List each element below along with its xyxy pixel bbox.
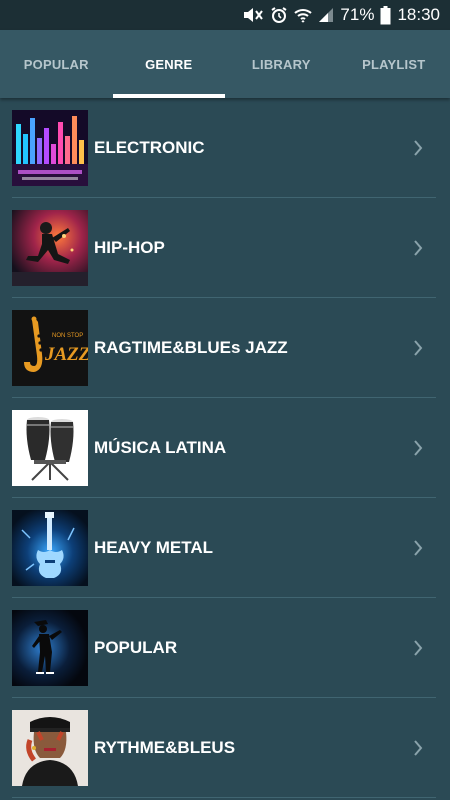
genre-label: POPULAR [94,638,178,657]
breakdancer-artwork [12,210,88,286]
genre-item-popular[interactable]: POPULAR [0,598,450,698]
tab-playlist[interactable]: PLAYLIST [338,30,450,98]
chevron-right-icon [408,538,428,558]
dancer-silhouette-artwork [12,610,88,686]
chevron-right-icon [408,438,428,458]
svg-text:JAZZ: JAZZ [44,344,88,365]
genre-label: RAGTIME&BLUEs JAZZ [94,338,288,357]
genre-list: ELECTRONIC HIP-HOP NON STOP JAZZ RAGTIME… [0,98,450,800]
svg-text:NON STOP: NON STOP [52,333,83,339]
genre-tab-bar: POPULAR GENRE LIBRARY PLAYLIST [0,30,450,98]
chevron-right-icon [408,338,428,358]
genre-item-hip-hop[interactable]: HIP-HOP [0,198,450,298]
mute-icon [242,6,264,24]
tab-library[interactable]: LIBRARY [225,30,338,98]
alarm-icon [270,6,288,24]
genre-label: RYTHME&BLEUS [94,738,236,757]
battery-percent: 71% [340,5,375,24]
chevron-right-icon [408,738,428,758]
wifi-icon [294,6,313,24]
chevron-right-icon [408,238,428,258]
saxophone-artwork: NON STOP JAZZ [12,310,88,386]
status-bar: 71% 18:30 [0,0,450,30]
battery-icon [380,5,391,25]
genre-item-heavy-metal[interactable]: HEAVY METAL [0,498,450,598]
conga-drums-artwork [12,410,88,486]
clock-time: 18:30 [397,5,440,24]
genre-item-electronic[interactable]: ELECTRONIC [0,98,450,198]
tab-popular[interactable]: POPULAR [0,30,113,98]
tab-genre[interactable]: GENRE [112,30,226,98]
genre-label: HEAVY METAL [94,538,214,557]
genre-label: ELECTRONIC [94,138,205,157]
equalizer-artwork [12,110,88,186]
chevron-right-icon [408,638,428,658]
genre-item-rythme-bleus[interactable]: RYTHME&BLEUS [0,698,450,798]
genre-item-musica-latina[interactable]: MÚSICA LATINA [0,398,450,498]
signal-icon [318,7,334,23]
genre-item-ragtime-blues-jazz[interactable]: NON STOP JAZZ RAGTIME&BLUEs JAZZ [0,298,450,398]
genre-label: MÚSICA LATINA [94,438,227,457]
genre-label: HIP-HOP [94,238,165,257]
chevron-right-icon [408,138,428,158]
electric-guitar-artwork [12,510,88,586]
singer-portrait-artwork [12,710,88,786]
